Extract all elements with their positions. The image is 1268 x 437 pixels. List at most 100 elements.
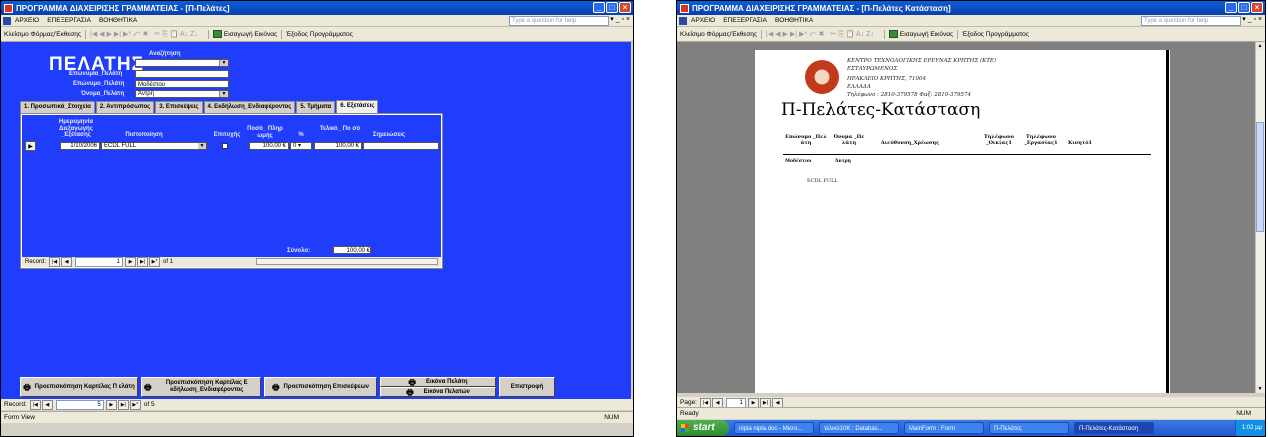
taskbar-item-mainform[interactable]: MainForm : Form — [904, 422, 984, 434]
client-image-button[interactable]: 🖶 Εικόνα Πελάτη — [380, 377, 496, 387]
surname-field[interactable] — [135, 70, 229, 78]
tab-departments[interactable]: 5. Τμήματα — [296, 101, 336, 113]
tab-representative[interactable]: 2. Αντιπρόσωπος — [95, 101, 155, 113]
tab-personal[interactable]: 1. Προσωπικά_Στοιχεία — [20, 101, 95, 113]
menu-file[interactable]: ΑΡΧΕΙΟ — [691, 17, 715, 24]
prev-record-button[interactable]: ◀ — [41, 399, 53, 410]
maximize-button[interactable]: □ — [1238, 2, 1250, 13]
amount-field[interactable]: 100,00 € — [249, 142, 289, 150]
final-amount-field[interactable]: 100,00 € — [314, 142, 362, 150]
taskbar-item-database[interactable]: τελικό10Κ : Databas... — [819, 422, 899, 434]
num-lock-indicator: NUM — [604, 414, 619, 421]
search-combo[interactable]: ▼ — [135, 59, 229, 67]
col-amount: Ποσό_ Πληρ ωμής — [247, 126, 283, 139]
report-icon — [679, 16, 687, 25]
menu-edit[interactable]: ΕΠΕΞΕΡΓΑΣΙΑ — [723, 17, 767, 24]
close-button[interactable]: × — [619, 2, 631, 13]
maximize-button[interactable]: □ — [606, 2, 618, 13]
preview-client-card-button[interactable]: 🖶 Προεπισκόπηση Καρτέλας Π ελάτη — [20, 377, 138, 397]
scroll-up-icon[interactable]: ▲ — [1256, 42, 1264, 50]
report-preview: ΚΕΝΤΡΟ ΤΕΧΝΟΛΟΓΙΚΗΣ ΕΡΕΥΝΑΣ ΚΡΗΤΗΣ (ΚΤΕ)… — [677, 42, 1263, 393]
chevron-down-icon[interactable]: ▼ — [219, 60, 228, 66]
row-surname: Μοδέστου — [785, 159, 812, 164]
menu-file[interactable]: ΑΡΧΕΙΟ — [15, 17, 39, 24]
first-record-button[interactable]: |◀ — [49, 257, 61, 267]
last-record-button[interactable]: ▶| — [117, 399, 129, 410]
first-record-button[interactable]: |◀ — [29, 399, 41, 410]
next-page-button[interactable]: ▶ — [748, 397, 759, 408]
next-record-button[interactable]: ▶ — [125, 257, 137, 267]
mdi-controls[interactable]: ▾ _ ▫ × — [610, 15, 630, 23]
subform-record-number[interactable]: 1 — [75, 257, 124, 267]
close-button[interactable]: × — [1251, 2, 1263, 13]
printer-icon: 🖶 — [406, 387, 414, 397]
firstname-combo[interactable]: Άντρη ▼ — [135, 90, 229, 98]
page-edge — [1166, 50, 1169, 393]
menu-tools[interactable]: ΒΟΗΘΗΤΙΚΑ — [99, 17, 137, 24]
taskbar-item-report[interactable]: Π-Πελάτες-Κατάσταση — [1074, 422, 1154, 434]
exam-date-field[interactable]: 1/10/2006 — [60, 142, 100, 150]
import-image-button[interactable]: Εισαγωγή Εικόνας — [224, 31, 277, 38]
edit-icons[interactable]: ✂ ⎘ 📋 A↓ Z↓ — [830, 30, 874, 39]
scroll-thumb[interactable] — [1256, 122, 1264, 232]
minimize-button[interactable]: _ — [1225, 2, 1237, 13]
record-number[interactable]: 5 — [55, 399, 104, 410]
horizontal-scrollbar[interactable] — [256, 258, 438, 265]
menu-tools[interactable]: ΒΟΗΘΗΤΙΚΑ — [775, 17, 813, 24]
exit-program-button[interactable]: Έξοδος Προγράμματος — [962, 31, 1029, 38]
image-icon — [212, 30, 222, 38]
new-record-button[interactable]: ▶* — [129, 399, 141, 410]
prev-record-button[interactable]: ◀ — [61, 257, 73, 267]
row-name: Άντρη — [835, 159, 851, 164]
firstname-label: Όνομα_Πελάτη — [81, 91, 125, 97]
start-button[interactable]: start — [677, 420, 729, 436]
lastname-field[interactable]: Μοδέστου — [135, 80, 229, 88]
report-title: Π-Πελάτες-Κατάσταση — [781, 100, 981, 120]
mdi-controls[interactable]: ▾ _ ▫ × — [1242, 15, 1262, 23]
subform-record-label: Record: — [25, 259, 47, 265]
preview-client-card-label: Προεπισκόπηση Καρτέλας Π ελάτη — [34, 383, 135, 390]
help-search-input[interactable]: Type a question for help — [1141, 16, 1241, 26]
window-title: ΠΡΟΓΡΑΜΜΑ ΔΙΑΧΕΙΡΙΣΗΣ ΓΡΑΜΜΑΤΕΙΑΣ - [Π-Π… — [692, 3, 951, 13]
percent-combo[interactable]: 0 ▾ — [290, 142, 312, 150]
last-page-button[interactable]: ▶| — [760, 397, 771, 408]
taskbar-item-word[interactable]: nipla nipla.doc - Micro... — [734, 422, 814, 434]
new-record-button[interactable]: ▶* — [149, 257, 161, 267]
nav-icons[interactable]: |◀ ◀ ▶ ▶| ▶* ⤺ ✖ — [90, 30, 148, 39]
page-scroll-left[interactable]: ◀ — [772, 397, 783, 408]
start-label: start — [693, 422, 715, 433]
help-search-input[interactable]: Type a question for help — [509, 16, 609, 26]
tab-visits[interactable]: 3. Επισκέψεις — [155, 101, 203, 113]
first-page-button[interactable]: |◀ — [700, 397, 711, 408]
tab-interest[interactable]: 4. Εκδήλωση_Ενδιαφέροντος — [203, 101, 296, 113]
vertical-scrollbar[interactable]: ▲ ▼ — [1255, 42, 1265, 393]
preview-interest-card-button[interactable]: 🖶 Προεπισκόπηση Καρτέλας Ε κδήλωση_Ενδια… — [141, 377, 261, 397]
notes-field[interactable] — [363, 142, 439, 150]
exams-tab-page: Ημερομηνία Διεξαγωγής _Εξέτασης Πιστοποί… — [20, 113, 443, 269]
exit-program-button[interactable]: Έξοδος Προγράμματος — [286, 31, 353, 38]
cert-combo[interactable]: ECDL FULL ▼ — [101, 142, 207, 150]
return-button[interactable]: Επιστροφή — [499, 377, 555, 397]
toolbar: Κλείσιμο Φόρμας/Έκθεσης |◀ ◀ ▶ ▶| ▶* ⤺ ✖… — [677, 27, 1265, 42]
scroll-down-icon[interactable]: ▼ — [1256, 385, 1264, 393]
prev-page-button[interactable]: ◀ — [712, 397, 723, 408]
minimize-button[interactable]: _ — [593, 2, 605, 13]
close-form-button[interactable]: Κλείσιμο Φόρμας/Έκθεσης — [4, 31, 81, 38]
chevron-down-icon[interactable]: ▼ — [219, 91, 228, 97]
import-image-button[interactable]: Εισαγωγή Εικόνας — [900, 31, 953, 38]
last-record-button[interactable]: ▶| — [137, 257, 149, 267]
nav-icons[interactable]: |◀ ◀ ▶ ▶| ▶* ⤺ ✖ — [766, 30, 824, 39]
next-record-button[interactable]: ▶ — [105, 399, 117, 410]
record-selector[interactable]: ▶ — [25, 141, 36, 151]
chevron-down-icon[interactable]: ▼ — [198, 143, 206, 149]
close-form-button[interactable]: Κλείσιμο Φόρμας/Έκθεσης — [680, 31, 757, 38]
success-checkbox[interactable] — [222, 143, 228, 149]
preview-visits-button[interactable]: 🖶 Προεπισκόπηση Επισκέψεων — [264, 377, 377, 397]
clients-image-button[interactable]: 🖶 Εικόνα Πελατών — [380, 387, 496, 397]
taskbar-item-clients[interactable]: Π-Πελάτες — [989, 422, 1069, 434]
tab-exams[interactable]: 6. Εξετάσεις — [336, 100, 379, 113]
menu-edit[interactable]: ΕΠΕΞΕΡΓΑΣΙΑ — [47, 17, 91, 24]
form-icon — [3, 16, 11, 25]
page-number[interactable]: 1 — [726, 397, 746, 408]
edit-icons[interactable]: ✂ ⎘ 📋 A↓ Z↓ — [154, 30, 198, 39]
